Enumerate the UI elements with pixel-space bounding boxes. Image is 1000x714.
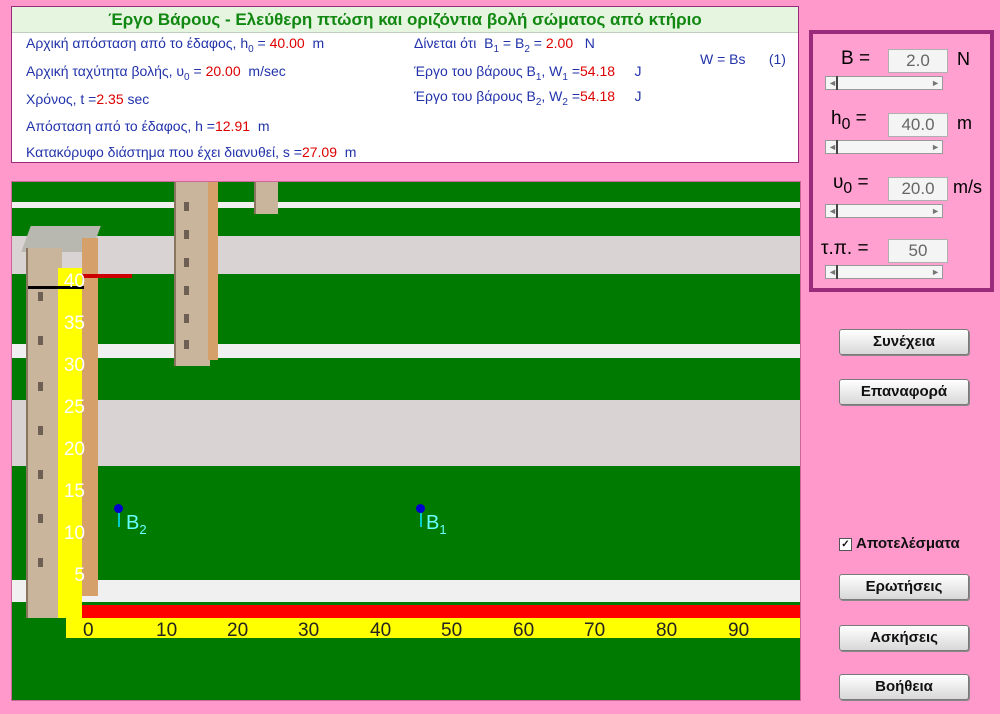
- weight-arrow-b1: [420, 513, 422, 527]
- h0-field[interactable]: 40.0: [888, 113, 948, 137]
- y-tick: 40: [63, 271, 85, 292]
- sidewalk-strip: [12, 580, 800, 602]
- work-b2-value: 54.18: [580, 88, 616, 104]
- u0-label: υ0 =: [833, 172, 869, 197]
- h0-unit: m: [957, 113, 972, 133]
- sidewalk-strip: [12, 202, 800, 208]
- info-panel: Έργο Βάρους - Ελεύθερη πτώση και οριζόντ…: [11, 6, 799, 163]
- y-tick: 25: [63, 397, 85, 418]
- h0-slider[interactable]: ◄ ►: [825, 140, 943, 154]
- distance-line: Κατακόρυφο διάστημα που έχει διανυθεί, s…: [26, 144, 357, 160]
- x-tick: 70: [584, 620, 606, 641]
- x-tick: 40: [370, 620, 392, 641]
- exercises-button[interactable]: Ασκήσεις: [839, 625, 969, 651]
- time-line: Χρόνος, t =2.35 sec: [26, 91, 150, 107]
- tp-slider[interactable]: ◄ ►: [825, 265, 943, 279]
- ground-line: [66, 605, 800, 618]
- y-tick: 10: [63, 523, 85, 544]
- body-b1: [416, 504, 425, 513]
- x-tick: 30: [298, 620, 320, 641]
- weight-field[interactable]: 2.0: [888, 49, 948, 73]
- x-tick: 90: [728, 620, 750, 641]
- y-tick: 20: [63, 439, 85, 460]
- u0-slider[interactable]: ◄ ►: [825, 204, 943, 218]
- weight-label: Β =: [841, 48, 871, 69]
- h0-label: h0 =: [831, 108, 867, 133]
- reset-button[interactable]: Επαναφορά: [839, 379, 969, 405]
- y-tick: 30: [63, 355, 85, 376]
- distance-value: 27.09: [301, 144, 337, 160]
- page-title: Έργο Βάρους - Ελεύθερη πτώση και οριζόντ…: [12, 7, 798, 33]
- building-balconies: [208, 182, 218, 360]
- questions-button[interactable]: Ερωτήσεις: [839, 574, 969, 600]
- y-tick: 15: [63, 481, 85, 502]
- tp-field[interactable]: 50: [888, 239, 948, 263]
- given-line: Δίνεται ότι Β1 = Β2 = 2.00 N: [414, 35, 595, 55]
- results-checkbox-label: Αποτελέσματα: [856, 535, 960, 552]
- height-line: Απόσταση από το έδαφος, h =12.91 m: [26, 118, 270, 134]
- work-b2-line: Έργο του βάρους Β2, W2 =54.18 J: [414, 88, 642, 108]
- weight-unit: N: [957, 49, 970, 69]
- background-building: [254, 182, 278, 214]
- work-b1-line: Έργο του βάρους Β1, W1 =54.18 J: [414, 63, 642, 83]
- checkbox-check-icon[interactable]: ✓: [839, 537, 852, 551]
- launch-platform: [82, 274, 132, 278]
- y-tick: 35: [63, 313, 85, 334]
- initial-height-value: 40.00: [269, 35, 305, 51]
- results-checkbox[interactable]: ✓ Αποτελέσματα: [839, 535, 960, 552]
- formula: W = Bs (1): [700, 51, 786, 67]
- x-tick: 10: [156, 620, 178, 641]
- road: [12, 400, 800, 466]
- initial-velocity-line: Αρχική ταχύτητα βολής, υ0 = 20.00 m/sec: [26, 63, 286, 83]
- initial-velocity-value: 20.00: [205, 63, 241, 79]
- u0-unit: m/s: [953, 177, 982, 197]
- time-value: 2.35: [96, 91, 124, 107]
- continue-button[interactable]: Συνέχεια: [839, 329, 969, 355]
- sidewalk-strip: [12, 344, 800, 358]
- body-b2: [114, 504, 123, 513]
- x-tick: 0: [83, 620, 94, 641]
- u0-field[interactable]: 20.0: [888, 177, 948, 201]
- x-tick: 60: [513, 620, 535, 641]
- parameter-panel: Β = 2.0 N ◄ ► h0 = 40.0 m ◄ ► υ0 = 20.0 m/…: [809, 30, 994, 292]
- background-building: [174, 182, 210, 366]
- work-b1-value: 54.18: [580, 63, 616, 79]
- help-button[interactable]: Βοήθεια: [839, 674, 969, 700]
- x-tick: 20: [227, 620, 249, 641]
- main-building: [26, 248, 62, 618]
- y-tick: 5: [74, 565, 85, 586]
- weight-slider[interactable]: ◄ ►: [825, 76, 943, 90]
- height-value: 12.91: [214, 118, 251, 134]
- label-b1: B1: [426, 512, 447, 537]
- road: [12, 236, 800, 274]
- label-b2: B2: [126, 512, 147, 537]
- simulation-scene: 40 35 30 25 20 15 10 5 0 10 20 30 40 50 …: [11, 181, 801, 701]
- initial-height-line: Αρχική απόσταση από το έδαφος, h0 = 40.0…: [26, 35, 325, 55]
- weight-value: 2.00: [545, 35, 574, 51]
- x-tick: 80: [656, 620, 678, 641]
- x-tick: 50: [441, 620, 463, 641]
- weight-arrow-b2: [118, 513, 120, 527]
- tp-label: τ.π. =: [821, 238, 869, 259]
